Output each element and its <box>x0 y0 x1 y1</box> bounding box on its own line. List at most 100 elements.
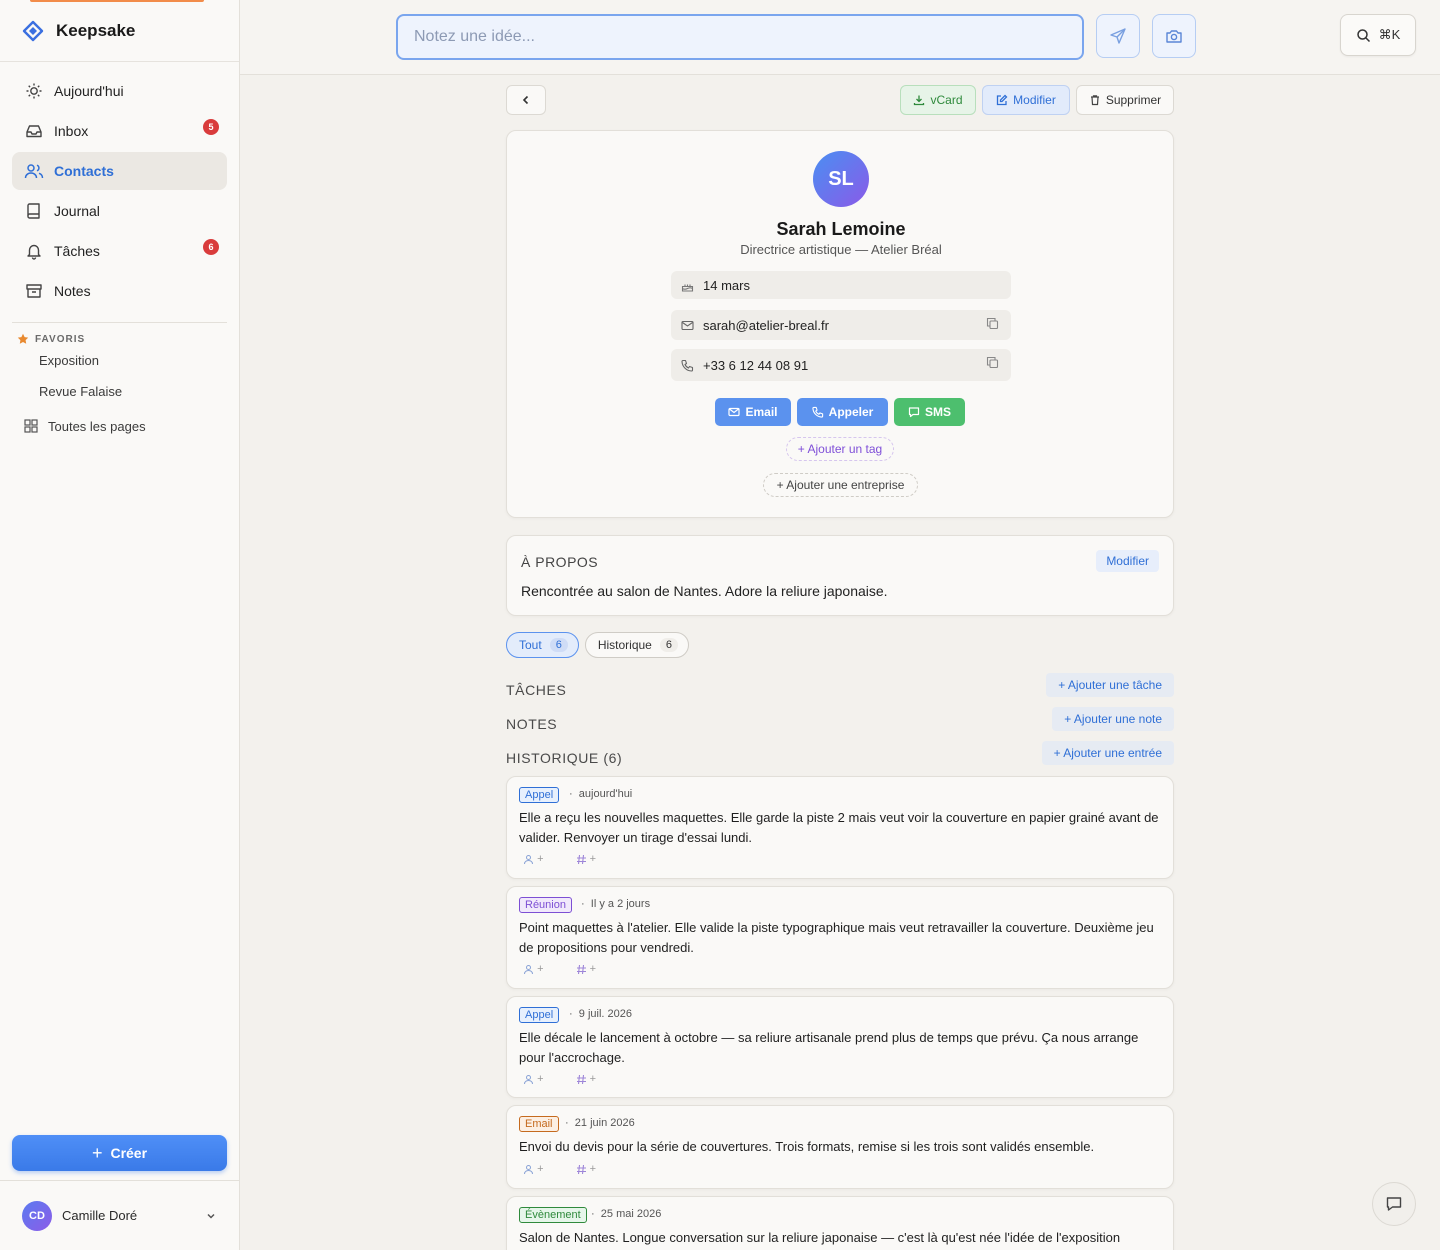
main-nav: Aujourd'hui Inbox 5 Contacts Journal Tâc… <box>0 62 239 310</box>
phone-icon <box>681 359 695 372</box>
email-value: sarah@atelier-breal.fr <box>703 317 829 333</box>
keepsake-logo-icon <box>22 20 44 41</box>
create-button[interactable]: + Créer <box>12 1135 227 1171</box>
add-tag-icon[interactable]: + <box>576 1073 613 1085</box>
favorites-title: FAVORIS <box>35 333 86 345</box>
nav-label: Tâches <box>54 243 100 259</box>
entry-date-text: Il y a 2 jours <box>590 898 651 910</box>
tab-label: Tout <box>519 638 542 652</box>
entry-type-badge: Réunion <box>519 897 572 913</box>
add-tag-icon[interactable]: + <box>576 853 613 865</box>
mini-plus: + <box>589 1163 596 1175</box>
star-icon <box>17 333 29 344</box>
history-entry[interactable]: Évènement · 25 mai 2026 Salon de Nantes.… <box>506 1196 1174 1250</box>
history-entry[interactable]: Appel · 9 juil. 2026 Elle décale le lanc… <box>506 996 1174 1098</box>
nav-item-notes[interactable]: Notes <box>12 272 227 310</box>
edit-contact-button[interactable]: Modifier <box>982 85 1070 115</box>
email-field[interactable]: sarah@atelier-breal.fr <box>671 310 1011 340</box>
about-text: Rencontrée au salon de Nantes. Adore la … <box>521 583 888 599</box>
copy-phone-icon[interactable] <box>986 356 999 369</box>
tab-history[interactable]: Historique 6 <box>584 632 689 658</box>
chevron-down-icon <box>205 1210 217 1222</box>
tasks-section-title: TÂCHES <box>506 682 567 698</box>
favorite-item-exposition[interactable]: Exposition <box>0 345 239 376</box>
add-person-icon[interactable]: + <box>523 1163 560 1175</box>
send-icon <box>1110 28 1126 44</box>
entry-text: Point maquettes à l'atelier. Elle valide… <box>519 920 1154 955</box>
all-pages-label: Toutes les pages <box>48 418 146 434</box>
shortcut-label: ⌘K <box>1378 27 1401 42</box>
vcard-button[interactable]: vCard <box>900 85 976 115</box>
edit-about-button[interactable]: Modifier <box>1096 550 1159 572</box>
create-label: Créer <box>110 1145 148 1161</box>
plus-icon: + <box>91 1143 103 1163</box>
nav-item-today[interactable]: Aujourd'hui <box>12 72 227 110</box>
add-person-icon[interactable]: + <box>523 1073 560 1085</box>
send-button[interactable] <box>1096 14 1140 58</box>
entry-text: Envoi du devis pour la série de couvertu… <box>519 1139 1095 1154</box>
delete-label: Supprimer <box>1105 93 1162 107</box>
nav-label: Inbox <box>54 123 89 139</box>
cake-icon <box>681 279 695 292</box>
user-menu[interactable]: CD Camille Doré <box>0 1180 239 1250</box>
entry-text: Salon de Nantes. Longue conversation sur… <box>519 1230 1121 1245</box>
sidebar: Keepsake Aujourd'hui Inbox 5 Contacts Jo… <box>0 0 240 1250</box>
add-tag-icon[interactable]: + <box>576 963 613 975</box>
archive-icon <box>24 281 44 301</box>
user-avatar: CD <box>22 1200 52 1231</box>
brand[interactable]: Keepsake <box>0 0 239 62</box>
entry-date-text: 21 juin 2026 <box>574 1117 635 1129</box>
favorite-item-revue-falaise[interactable]: Revue Falaise <box>0 376 239 407</box>
entry-type-badge: Évènement <box>519 1207 587 1223</box>
camera-button[interactable] <box>1152 14 1196 58</box>
edit-icon <box>997 94 1008 106</box>
call-action-label: Appeler <box>828 405 874 419</box>
nav-item-inbox[interactable]: Inbox 5 <box>12 112 227 150</box>
copy-email-icon[interactable] <box>986 317 999 330</box>
tab-all[interactable]: Tout 6 <box>506 632 579 658</box>
add-tag-icon[interactable]: + <box>576 1163 613 1175</box>
history-entry[interactable]: Réunion · Il y a 2 jours Point maquettes… <box>506 886 1174 989</box>
filter-tabs: Tout 6 Historique 6 <box>506 632 695 658</box>
top-accent-bar <box>30 0 204 2</box>
history-entry[interactable]: Email · 21 juin 2026 Envoi du devis pour… <box>506 1105 1174 1189</box>
back-button[interactable] <box>506 85 546 115</box>
command-palette-button[interactable]: ⌘K <box>1340 14 1416 56</box>
add-note-button[interactable]: + Ajouter une note <box>1052 707 1174 731</box>
history-entry[interactable]: Appel · aujourd'hui Elle a reçu les nouv… <box>506 776 1174 879</box>
delete-contact-button[interactable]: Supprimer <box>1076 85 1174 115</box>
inbox-icon <box>24 121 44 141</box>
chat-icon <box>1386 1197 1402 1211</box>
email-action-button[interactable]: Email <box>715 398 791 426</box>
mini-plus: + <box>589 963 596 975</box>
add-task-button[interactable]: + Ajouter une tâche <box>1046 673 1174 697</box>
entry-actions: + + <box>523 853 628 865</box>
add-tag-button[interactable]: + Ajouter un tag <box>786 437 894 461</box>
add-entry-button[interactable]: + Ajouter une entrée <box>1041 741 1174 765</box>
nav-item-tasks[interactable]: Tâches 6 <box>12 232 227 270</box>
entry-type-badge: Appel <box>519 787 560 803</box>
contact-avatar: SL <box>813 151 869 207</box>
chat-button[interactable] <box>1372 1182 1416 1226</box>
all-pages-link[interactable]: Toutes les pages <box>0 409 239 443</box>
nav-item-contacts[interactable]: Contacts <box>12 152 227 190</box>
nav-label: Aujourd'hui <box>54 83 124 99</box>
call-action-button[interactable]: Appeler <box>797 398 888 426</box>
mini-plus: + <box>537 1163 544 1175</box>
entry-date-text: 25 mai 2026 <box>600 1208 662 1220</box>
nav-item-journal[interactable]: Journal <box>12 192 227 230</box>
phone-value: +33 6 12 44 08 91 <box>703 357 809 373</box>
add-person-icon[interactable]: + <box>523 963 560 975</box>
quick-capture-input[interactable] <box>396 14 1084 60</box>
main-area: ⌘K vCard Modifier Supprimer SL Sarah Lem… <box>240 0 1440 1250</box>
email-action-label: Email <box>745 405 778 419</box>
add-person-icon[interactable]: + <box>523 853 560 865</box>
mini-plus: + <box>589 1073 596 1085</box>
tasks-count-badge: 6 <box>203 239 219 255</box>
mail-icon <box>728 407 741 417</box>
entry-actions: + + <box>523 1073 628 1085</box>
phone-field[interactable]: +33 6 12 44 08 91 <box>671 349 1011 381</box>
add-company-button[interactable]: + Ajouter une entreprise <box>763 473 918 497</box>
message-icon <box>908 407 920 418</box>
sms-action-button[interactable]: SMS <box>894 398 965 426</box>
